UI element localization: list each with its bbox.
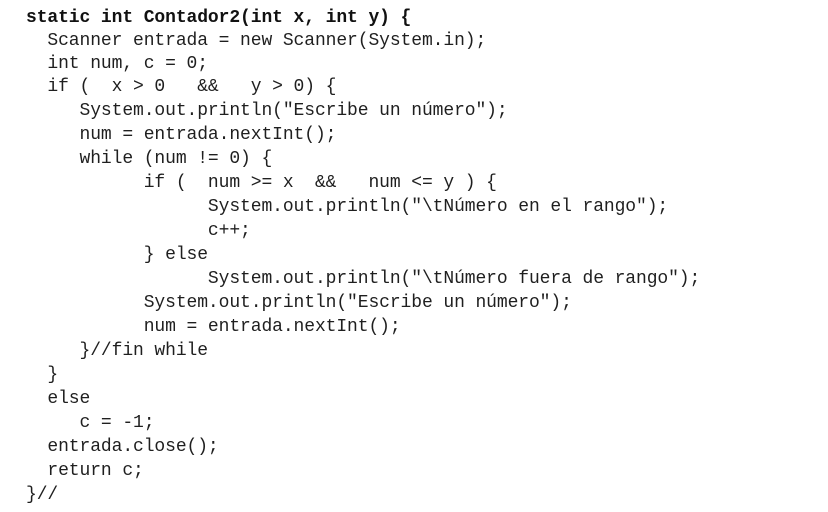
- code-line-method-end: }//: [26, 485, 59, 505]
- code-line-variable-declaration: int num, c = 0;: [26, 54, 208, 74]
- code-line-outer-if: if ( x > 0 && y > 0) {: [26, 77, 337, 97]
- code-line-else-branch: } else: [26, 245, 208, 265]
- code-line-while: while (num != 0) {: [26, 149, 273, 169]
- code-line-repeat-read: num = entrada.nextInt();: [26, 317, 401, 337]
- code-line-in-range-message: System.out.println("\tNúmero en el rango…: [26, 197, 669, 217]
- code-line-out-of-range-message: System.out.println("\tNúmero fuera de ra…: [26, 269, 701, 289]
- code-line-increment: c++;: [26, 221, 251, 241]
- code-line-return: return c;: [26, 461, 144, 481]
- code-line-first-read: num = entrada.nextInt();: [26, 125, 337, 145]
- code-line-end-while: }//fin while: [26, 341, 209, 361]
- code-line-close-if: }: [26, 365, 59, 385]
- code-line-scanner-declaration: Scanner entrada = new Scanner(System.in)…: [26, 31, 487, 51]
- code-line-range-if: if ( num >= x && num <= y ) {: [26, 173, 497, 193]
- code-line-close-scanner: entrada.close();: [26, 437, 219, 457]
- code-line-outer-else: else: [26, 389, 91, 409]
- code-line-error-value: c = -1;: [26, 413, 155, 433]
- code-line-first-prompt: System.out.println("Escribe un número");: [26, 101, 508, 121]
- code-listing: static int Contador2(int x, int y) { Sca…: [26, 7, 822, 507]
- method-signature-line: static int Contador2(int x, int y) {: [26, 8, 412, 28]
- code-line-repeat-prompt: System.out.println("Escribe un número");: [26, 293, 572, 313]
